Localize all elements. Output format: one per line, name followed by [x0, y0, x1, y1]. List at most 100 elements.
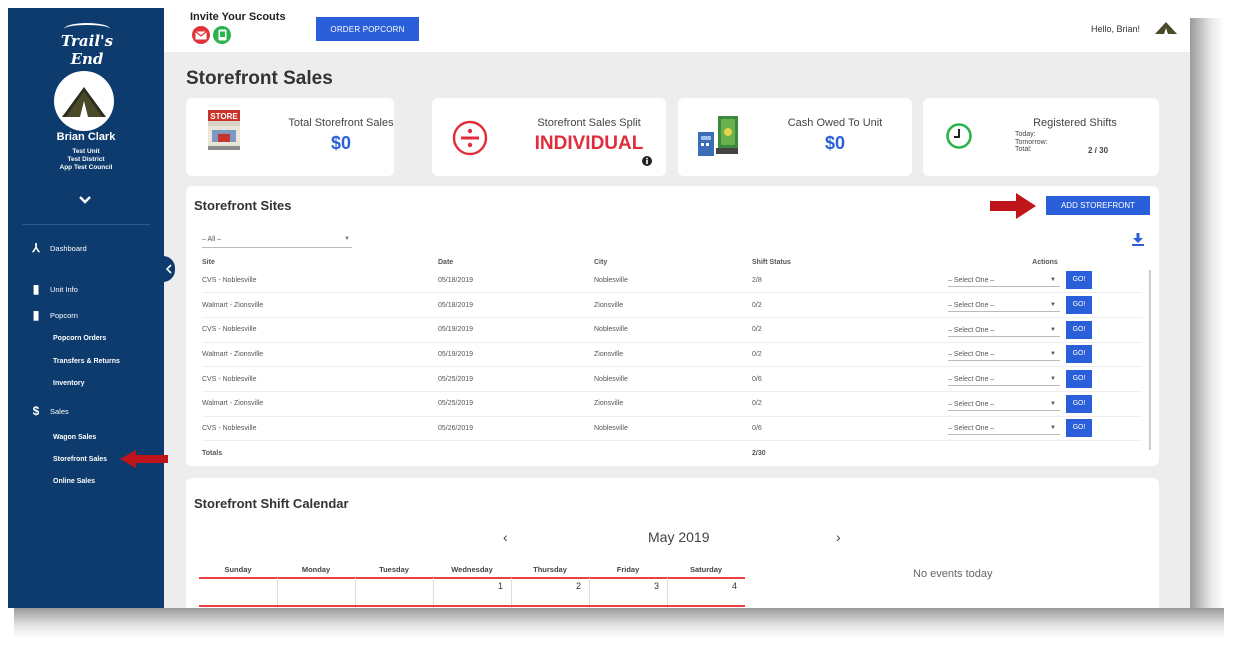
column-header-status[interactable]: Shift Status: [752, 256, 948, 268]
sidebar-item-inventory[interactable]: Inventory: [53, 380, 85, 387]
logo-text: Trail's End: [60, 32, 114, 68]
totals-value: 2/30: [752, 449, 766, 457]
user-district: Test District: [67, 156, 105, 163]
invite-title: Invite Your Scouts: [190, 11, 286, 23]
registered-shifts-card: Registered Shifts Today: Tomorrow: Total…: [923, 98, 1159, 176]
table-row: Walmart - Zionsville 05/18/2019 Zionsvil…: [202, 292, 1142, 318]
user-tent-icon[interactable]: [1154, 21, 1178, 35]
user-unit: Test Unit: [72, 148, 100, 155]
table-scrollbar[interactable]: [1149, 270, 1151, 450]
table-row: CVS - Noblesville 05/26/2019 Noblesville…: [202, 416, 1142, 442]
sidebar-divider: [22, 224, 150, 225]
total-label: Total:: [1015, 146, 1032, 153]
calendar-next-button[interactable]: ›: [836, 529, 841, 545]
select-placeholder: – Select One –: [948, 326, 995, 334]
sidebar-item-storefront-sales[interactable]: Storefront Sales: [53, 456, 107, 463]
action-select[interactable]: – Select One – ▼: [948, 376, 1060, 386]
cell-site: CVS - Noblesville: [202, 366, 438, 392]
tent-icon: [62, 87, 106, 117]
add-storefront-button[interactable]: ADD STOREFRONT: [1046, 196, 1150, 215]
calendar-day-cell[interactable]: 3: [589, 581, 659, 591]
calendar-prev-button[interactable]: ‹: [503, 529, 508, 545]
go-button[interactable]: GO!: [1066, 320, 1092, 339]
sidebar-item-popcorn-orders[interactable]: Popcorn Orders: [53, 335, 106, 342]
sidebar-item-label: Popcorn Orders: [53, 335, 107, 342]
cash-register-icon: [698, 116, 738, 156]
action-select[interactable]: – Select One – ▼: [948, 327, 1060, 337]
table-row: CVS - Noblesville 05/19/2019 Noblesville…: [202, 317, 1142, 343]
sidebar-item-transfers-returns[interactable]: Transfers & Returns: [53, 358, 120, 365]
action-select[interactable]: – Select One – ▼: [948, 425, 1060, 436]
column-header-site[interactable]: Site: [202, 256, 438, 268]
cell-date: 05/26/2019: [438, 416, 594, 442]
sidebar-item-online-sales[interactable]: Online Sales: [53, 478, 95, 485]
sales-split-card: Storefront Sales Split INDIVIDUAL: [432, 98, 666, 176]
calendar-day-header: Sunday: [224, 565, 252, 574]
sales-split-label: Storefront Sales Split: [537, 117, 641, 129]
text-invite-button[interactable]: [213, 26, 231, 44]
calendar-day-header: Wednesday: [451, 565, 493, 574]
column-header-date[interactable]: Date: [438, 256, 594, 268]
cell-city: Zionsville: [594, 342, 752, 368]
sidebar-item-sales[interactable]: $ Sales: [30, 404, 69, 418]
cell-city: Noblesville: [594, 366, 752, 392]
cell-site: CVS - Noblesville: [202, 317, 438, 343]
user-greeting[interactable]: Hello, Brian!: [1091, 24, 1140, 34]
shift-calendar-title: Storefront Shift Calendar: [194, 496, 349, 511]
email-invite-button[interactable]: [192, 26, 210, 44]
filter-value: – All –: [202, 236, 222, 243]
go-button[interactable]: GO!: [1066, 370, 1092, 389]
go-button[interactable]: GO!: [1066, 419, 1092, 438]
sidebar-item-wagon-sales[interactable]: Wagon Sales: [53, 434, 96, 441]
calendar-day-cell[interactable]: 4: [667, 581, 737, 591]
divide-icon: [452, 120, 488, 156]
cell-status: 2/8: [752, 268, 948, 294]
totals-row: Totals 2/30: [202, 441, 1142, 466]
download-icon[interactable]: [1132, 233, 1144, 246]
sidebar-item-popcorn[interactable]: ▮ Popcorn: [30, 308, 78, 322]
cell-date: 05/18/2019: [438, 268, 594, 294]
select-placeholder: – Select One –: [948, 301, 995, 309]
avatar[interactable]: [54, 71, 114, 131]
calendar-day-cell[interactable]: 2: [511, 581, 581, 591]
go-button[interactable]: GO!: [1066, 271, 1092, 290]
calendar-week-divider: [199, 605, 745, 607]
calendar-day-header: Monday: [301, 565, 331, 574]
sidebar-item-unit-info[interactable]: ▮ Unit Info: [30, 282, 78, 296]
action-select[interactable]: – Select One – ▼: [948, 277, 1060, 287]
timer-icon: [946, 123, 972, 149]
column-header-city[interactable]: City: [594, 256, 752, 268]
site-filter-select[interactable]: – All – ▼: [202, 236, 352, 248]
cell-actions: – Select One – ▼ GO!: [948, 391, 1142, 417]
cell-city: Zionsville: [594, 391, 752, 417]
action-select[interactable]: – Select One – ▼: [948, 302, 1060, 312]
chevron-down-icon[interactable]: [78, 194, 92, 206]
calendar-day-cell[interactable]: 1: [433, 581, 503, 591]
cell-date: 05/18/2019: [438, 292, 594, 318]
go-button[interactable]: GO!: [1066, 345, 1092, 364]
shifts-breakdown: Today: Tomorrow: Total:: [1015, 131, 1048, 154]
today-label: Today:: [1015, 131, 1036, 138]
calendar-month: May 2019: [648, 529, 710, 545]
select-placeholder: – Select One –: [948, 400, 995, 408]
storefront-sites-table: Site Date City Shift Status Actions CVS …: [202, 256, 1142, 466]
sidebar: Trail's End Brian Clark Test Unit Test D…: [8, 8, 168, 608]
action-select[interactable]: – Select One – ▼: [948, 351, 1060, 362]
total-sales-label: Total Storefront Sales: [288, 117, 394, 129]
go-button[interactable]: GO!: [1066, 394, 1092, 413]
cell-site: Walmart - Zionsville: [202, 292, 438, 318]
info-icon[interactable]: [642, 156, 652, 166]
go-button[interactable]: GO!: [1066, 296, 1092, 315]
action-select[interactable]: – Select One – ▼: [948, 401, 1060, 411]
storefront-sites-title: Storefront Sites: [194, 198, 292, 213]
brand-logo[interactable]: Trail's End: [50, 20, 124, 68]
cell-city: Noblesville: [594, 268, 752, 294]
sidebar-item-label: Popcorn: [50, 310, 78, 320]
topbar: Invite Your Scouts ORDER POPCORN Hello, …: [164, 8, 1190, 52]
sidebar-collapse-button[interactable]: [163, 256, 175, 282]
order-popcorn-button[interactable]: ORDER POPCORN: [316, 17, 419, 41]
cell-actions: – Select One – ▼ GO!: [948, 317, 1142, 343]
sidebar-item-dashboard[interactable]: ⅄ Dashboard: [30, 241, 86, 255]
sidebar-item-label: Online Sales: [53, 478, 96, 485]
sales-split-value: INDIVIDUAL: [534, 133, 644, 154]
